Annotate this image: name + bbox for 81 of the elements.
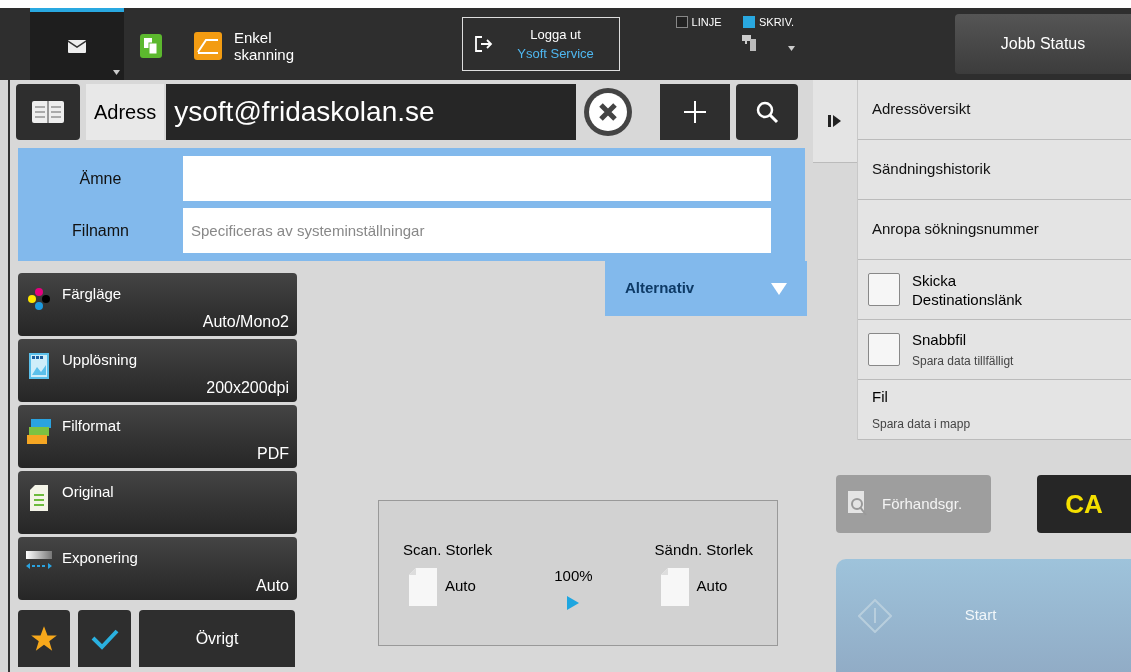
setting-button[interactable]: Filformat PDF <box>18 405 297 468</box>
setting-label: Filformat <box>62 416 122 436</box>
size-value: Auto <box>696 576 728 597</box>
user-name: Ysoft Service <box>517 45 594 63</box>
indicator-label: SKRIV. <box>759 15 795 30</box>
mode-label: Enkel skanning <box>234 29 295 63</box>
clear-all-button[interactable]: CA <box>1037 475 1131 533</box>
favorite-button[interactable] <box>18 610 70 667</box>
caret-icon <box>113 70 120 75</box>
field-label: Ämne <box>78 168 123 189</box>
setting-value: 200x200dpi <box>206 377 289 398</box>
logout-button[interactable]: Logga ut Ysoft Service <box>461 17 620 71</box>
option-label: Snabbfil <box>912 329 968 349</box>
ratio-value: 100% <box>554 566 593 586</box>
menu-item[interactable]: Sändningshistorik <box>858 140 1131 200</box>
caret-icon <box>788 45 796 51</box>
plus-icon <box>684 101 707 123</box>
menu-option[interactable]: Skicka Destinationslänk <box>858 260 1131 320</box>
copy-icon <box>140 34 162 58</box>
setting-button[interactable]: Exponering Auto <box>18 537 297 600</box>
document-icon <box>30 485 48 511</box>
collapse-tab[interactable] <box>813 80 857 163</box>
text-field[interactable]: Specificeras av systeminställningar <box>183 208 771 253</box>
size-label: Sändn. Storlek <box>654 540 753 560</box>
start-button: Start <box>836 559 1131 672</box>
file-types-icon <box>27 419 51 445</box>
setting-value: Auto/Mono2 <box>202 311 289 332</box>
page-icon <box>660 567 689 606</box>
mode-tab[interactable] <box>30 8 124 80</box>
book-icon <box>32 101 64 123</box>
option-note: Spara data i mapp <box>872 415 972 433</box>
printer-icon <box>742 34 757 51</box>
setting-button[interactable]: Färgläge Auto/Mono2 <box>18 273 297 336</box>
logout-label: Logga ut <box>530 25 581 44</box>
image-grid-icon <box>29 353 49 379</box>
setting-label: Exponering <box>62 548 139 568</box>
indicator-label: LINJE <box>691 15 722 30</box>
mail-icon <box>68 39 86 53</box>
other-button[interactable]: Övrigt <box>139 610 295 667</box>
text-field[interactable] <box>183 156 771 201</box>
option-label: Skicka Destinationslänk <box>912 270 1023 309</box>
size-value: Auto <box>445 576 476 597</box>
search-button[interactable] <box>736 84 799 140</box>
menu-option[interactable]: Fil Spara data i mapp <box>858 380 1131 440</box>
setting-button[interactable]: Upplösning 200x200dpi <box>18 339 297 402</box>
star-icon <box>30 624 58 653</box>
option-label: Fil <box>872 387 889 408</box>
check-icon <box>90 627 119 650</box>
page-icon <box>409 567 437 606</box>
menu-item[interactable]: Adressöversikt <box>858 80 1131 140</box>
caret-icon <box>771 282 787 295</box>
field-label: Filnamn <box>71 220 130 241</box>
confirm-button[interactable] <box>78 610 131 667</box>
collapse-icon <box>828 114 842 128</box>
clear-button[interactable] <box>584 88 633 136</box>
address-field[interactable]: ysoft@fridaskolan.se <box>166 84 577 140</box>
job-status-button[interactable]: Jobb Status <box>955 14 1131 74</box>
option-note: Spara data tillfälligt <box>912 352 1014 370</box>
setting-label: Original <box>62 482 115 502</box>
address-label: Adress <box>86 84 165 140</box>
play-icon <box>567 595 580 610</box>
setting-label: Färgläge <box>62 284 123 304</box>
setting-value: Auto <box>256 575 289 596</box>
size-label: Scan. Storlek <box>403 540 493 560</box>
setting-label: Upplösning <box>62 350 139 370</box>
mode-tab[interactable]: Enkel skanning <box>178 8 311 80</box>
menu-option[interactable]: Snabbfil Spara data tillfälligt <box>858 320 1131 380</box>
preview-button: Förhandsgr. <box>836 475 991 533</box>
start-icon <box>858 598 892 633</box>
setting-value: PDF <box>257 443 289 464</box>
scanner-icon <box>194 32 222 60</box>
address-book-button[interactable] <box>16 84 80 140</box>
exposure-icon <box>26 551 52 571</box>
setting-button[interactable]: Original <box>18 471 297 534</box>
color-dots-icon <box>27 287 51 311</box>
menu-item[interactable]: Anropa sökningsnummer <box>858 200 1131 260</box>
options-tab[interactable]: Alternativ <box>605 261 807 316</box>
search-icon <box>755 100 780 124</box>
close-icon <box>588 92 629 132</box>
add-button[interactable] <box>660 84 731 140</box>
logout-icon <box>474 36 493 52</box>
